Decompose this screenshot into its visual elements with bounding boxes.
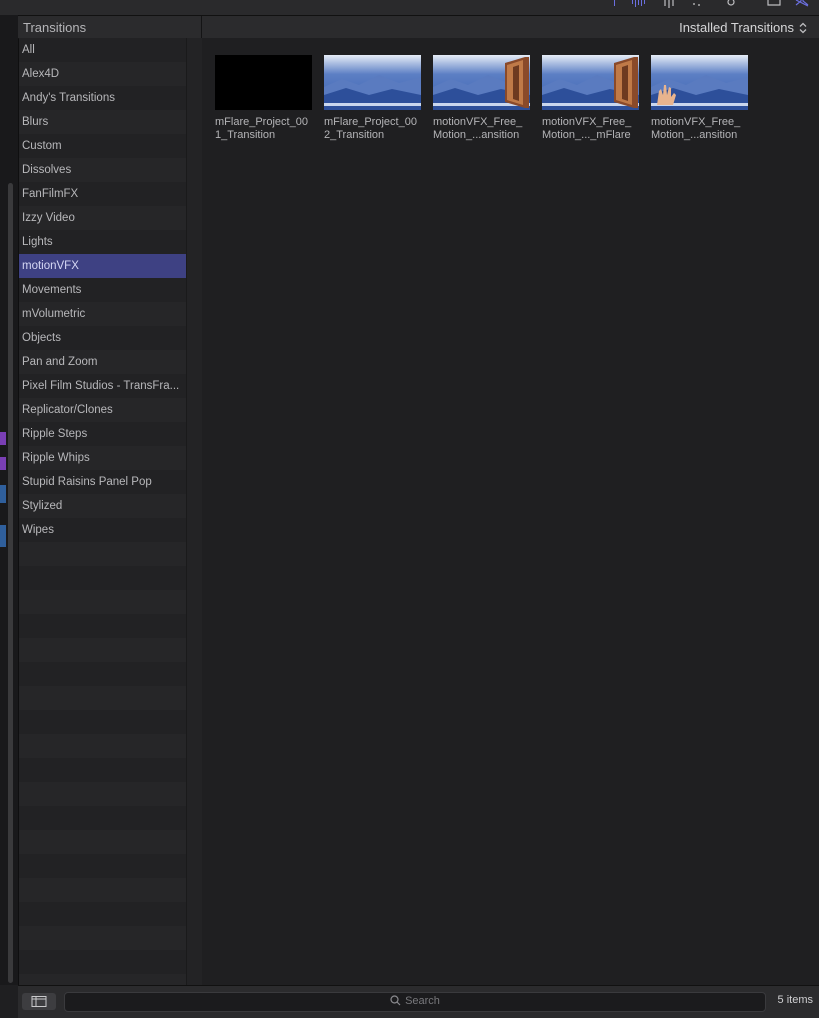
- sidebar-empty-row: [19, 854, 186, 878]
- transition-thumbnail[interactable]: [433, 55, 530, 110]
- snapping-icon[interactable]: [662, 0, 676, 10]
- sidebar-item[interactable]: Andy's Transitions: [19, 86, 186, 110]
- sidebar-empty-row: [19, 662, 186, 686]
- timeline-clip[interactable]: [0, 457, 6, 470]
- transition-item[interactable]: mFlare_Project_00 1_Transition: [215, 55, 315, 142]
- sidebar-scrollbar[interactable]: [186, 38, 203, 985]
- sidebar-item[interactable]: Custom: [19, 134, 186, 158]
- browser-header: Transitions Installed Transitions: [18, 16, 819, 39]
- audio-meter-icon[interactable]: [612, 0, 652, 10]
- sidebar-item[interactable]: Stupid Raisins Panel Pop: [19, 470, 186, 494]
- sidebar-empty-row: [19, 614, 186, 638]
- transition-thumbnail[interactable]: [542, 55, 639, 110]
- sidebar-item[interactable]: Pan and Zoom: [19, 350, 186, 374]
- gear-icon[interactable]: [724, 0, 738, 10]
- transition-thumbnail[interactable]: [324, 55, 421, 110]
- search-icon: [390, 995, 401, 1006]
- sidebar-title: Transitions: [23, 20, 87, 35]
- sidebar-empty-row: [19, 806, 186, 830]
- sidebar-empty-row: [19, 734, 186, 758]
- timeline-scrollbar[interactable]: [8, 183, 13, 983]
- sidebar-empty-row: [19, 710, 186, 734]
- transition-label: mFlare_Project_00 2_Transition: [324, 116, 417, 141]
- sidebar-empty-row: [19, 542, 186, 566]
- installed-transitions-label: Installed Transitions: [679, 20, 794, 35]
- up-down-chevron-icon: [799, 22, 807, 33]
- header-divider: [201, 16, 202, 38]
- item-count: 5 items: [777, 994, 813, 1006]
- sidebar-item[interactable]: Alex4D: [19, 62, 186, 86]
- transition-thumbnail[interactable]: [215, 55, 312, 110]
- sidebar-item[interactable]: Izzy Video: [19, 206, 186, 230]
- sidebar-empty-row: [19, 950, 186, 974]
- timeline-clip[interactable]: [0, 432, 6, 445]
- sidebar-empty-row: [19, 782, 186, 806]
- transition-item[interactable]: motionVFX_Free_ Motion_...ansition: [651, 55, 751, 142]
- transition-item[interactable]: motionVFX_Free_ Motion_...ansition: [433, 55, 533, 142]
- transition-thumbnail[interactable]: [651, 55, 748, 110]
- sidebar-item[interactable]: All: [19, 38, 186, 62]
- sidebar-empty-row: [19, 926, 186, 950]
- sidebar-empty-row: [19, 902, 186, 926]
- transition-item[interactable]: motionVFX_Free_ Motion_..._mFlare: [542, 55, 642, 142]
- sidebar-empty-row: [19, 758, 186, 782]
- transition-label: mFlare_Project_00 1_Transition: [215, 116, 308, 141]
- sidebar-item[interactable]: Wipes: [19, 518, 186, 542]
- sidebar-item[interactable]: Movements: [19, 278, 186, 302]
- sidebar-item[interactable]: FanFilmFX: [19, 182, 186, 206]
- installed-transitions-popup[interactable]: Installed Transitions: [679, 20, 807, 35]
- search-placeholder: Search: [65, 995, 765, 1007]
- search-input[interactable]: Search: [64, 992, 766, 1012]
- timeline-clip[interactable]: [0, 525, 6, 547]
- transitions-grid: mFlare_Project_00 1_Transition mFlare_Pro…: [202, 38, 819, 985]
- category-sidebar: All Alex4D Andy's Transitions Blurs Custom Di…: [19, 38, 186, 998]
- sidebar-empty-row: [19, 686, 186, 710]
- sidebar-item[interactable]: Ripple Steps: [19, 422, 186, 446]
- skimming-icon[interactable]: [690, 0, 704, 10]
- sidebar-item[interactable]: Stylized: [19, 494, 186, 518]
- transition-item[interactable]: mFlare_Project_00 2_Transition: [324, 55, 424, 142]
- browser-footer: Search 5 items: [18, 985, 819, 1018]
- sidebar-item[interactable]: Pixel Film Studios - TransFra...: [19, 374, 186, 398]
- sidebar-empty-row: [19, 878, 186, 902]
- sidebar-empty-row: [19, 566, 186, 590]
- sidebar-empty-row: [19, 638, 186, 662]
- sidebar-toggle-button[interactable]: [22, 993, 56, 1010]
- transition-label: motionVFX_Free_ Motion_..._mFlare: [542, 116, 632, 141]
- sidebar-empty-row: [19, 590, 186, 614]
- timeline-clip[interactable]: [0, 485, 6, 503]
- sidebar-item[interactable]: motionVFX: [19, 254, 186, 278]
- transition-label: motionVFX_Free_ Motion_...ansition: [433, 116, 523, 141]
- timeline-edge: [0, 15, 19, 985]
- sidebar-item[interactable]: Blurs: [19, 110, 186, 134]
- sidebar-icon: [31, 996, 47, 1007]
- search-placeholder-text: Search: [405, 995, 440, 1007]
- transition-label: motionVFX_Free_ Motion_...ansition: [651, 116, 741, 141]
- sidebar-empty-row: [19, 830, 186, 854]
- toolbar-strip: [0, 0, 819, 16]
- sidebar-item[interactable]: Ripple Whips: [19, 446, 186, 470]
- sidebar-item[interactable]: mVolumetric: [19, 302, 186, 326]
- sidebar-item[interactable]: Lights: [19, 230, 186, 254]
- sidebar-item[interactable]: Replicator/Clones: [19, 398, 186, 422]
- transitions-browser-icon[interactable]: [795, 0, 809, 10]
- sidebar-item[interactable]: Objects: [19, 326, 186, 350]
- browser-view-icon[interactable]: [766, 0, 782, 10]
- sidebar-item[interactable]: Dissolves: [19, 158, 186, 182]
